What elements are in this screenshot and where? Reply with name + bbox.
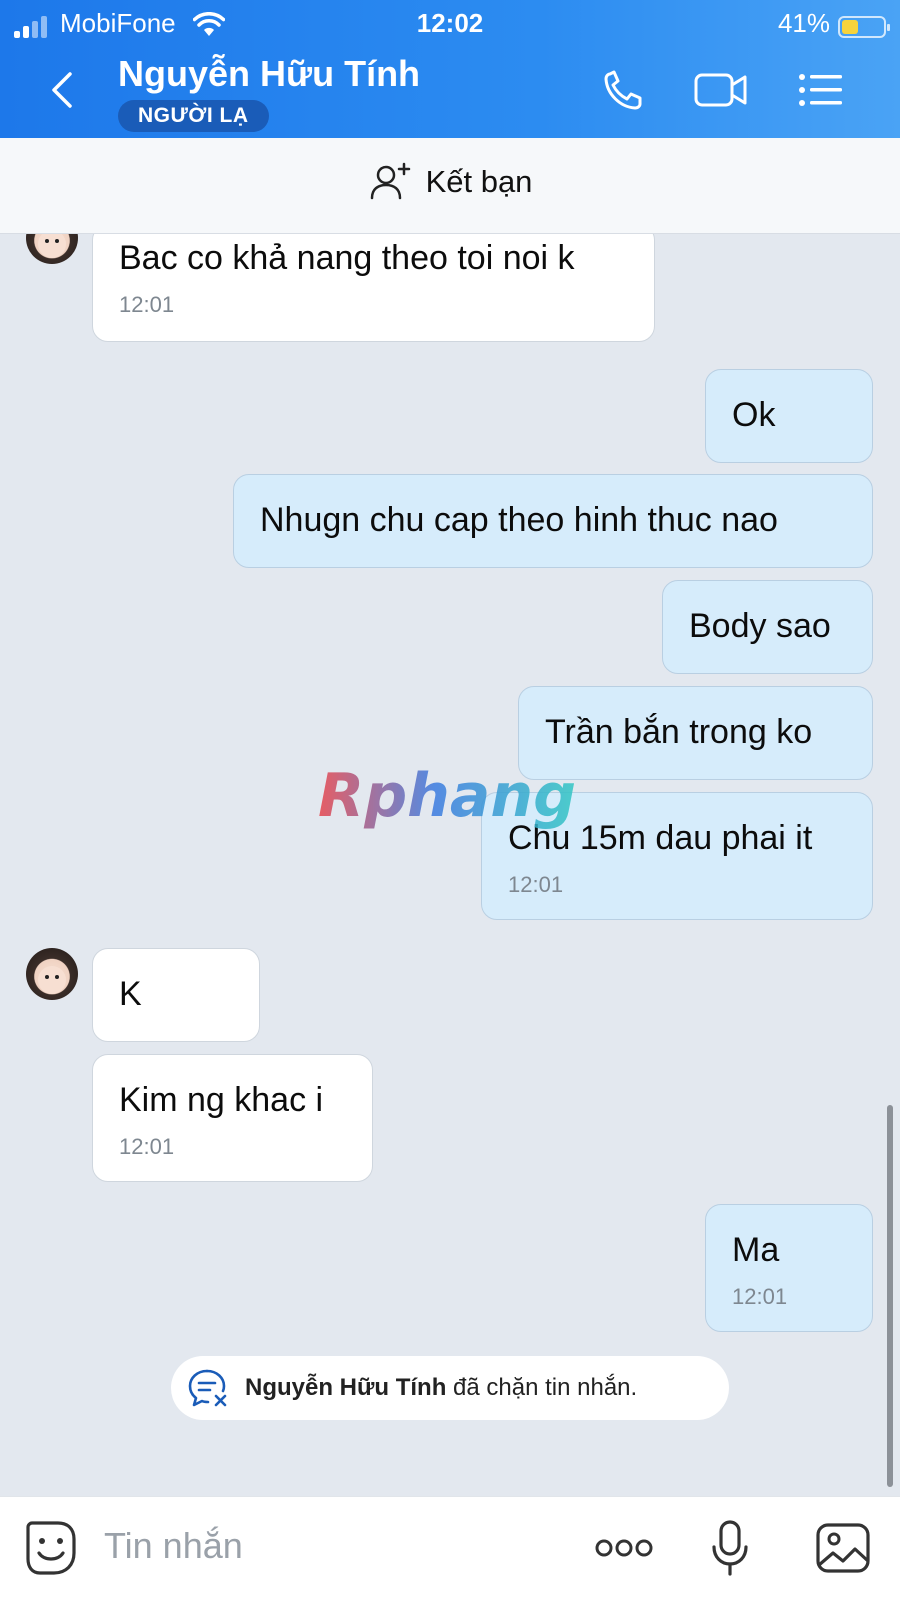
message-bubble-outgoing[interactable]: Ma 12:01: [705, 1204, 873, 1332]
message-bubble-incoming[interactable]: Bac co khả nang theo toi noi k 12:01: [92, 234, 655, 342]
message-text: Trần bắn trong ko: [545, 713, 813, 751]
add-person-icon: [370, 162, 410, 200]
contact-name[interactable]: Nguyễn Hữu Tính: [118, 53, 420, 95]
message-bubble-outgoing[interactable]: Nhugn chu cap theo hinh thuc nao: [233, 474, 873, 568]
message-input-bar: Tin nhắn: [0, 1496, 900, 1600]
message-bubble-incoming[interactable]: Kim ng khac i 12:01: [92, 1054, 373, 1182]
message-time: 12:01: [119, 1134, 175, 1159]
more-dots-icon[interactable]: [594, 1537, 654, 1559]
message-text: Body sao: [689, 607, 831, 645]
message-text: Bac co khả nang theo toi noi k: [119, 239, 575, 277]
message-text: Ok: [732, 396, 776, 434]
stranger-badge: NGƯỜI LẠ: [118, 100, 269, 132]
message-text: Ma: [732, 1231, 780, 1269]
blocked-chat-icon: [188, 1369, 227, 1407]
message-bubble-incoming[interactable]: K: [92, 948, 260, 1042]
back-chevron-icon[interactable]: [42, 66, 86, 114]
contact-avatar[interactable]: [26, 234, 78, 264]
image-icon[interactable]: [815, 1521, 873, 1575]
chat-header: MobiFone 12:02 41% Nguyễn Hữu Tính NGƯỜI…: [0, 0, 900, 138]
phone-icon[interactable]: [600, 66, 652, 114]
message-input[interactable]: Tin nhắn: [104, 1525, 243, 1567]
contact-avatar[interactable]: [26, 948, 78, 1000]
battery-icon: [838, 16, 890, 38]
message-text: Nhugn chu cap theo hinh thuc nao: [260, 501, 778, 539]
emoji-sticker-icon[interactable]: [24, 1519, 78, 1577]
video-call-icon[interactable]: [693, 66, 749, 114]
message-time: 12:01: [732, 1284, 788, 1309]
message-list[interactable]: Bac co khả nang theo toi noi k 12:01 Ok …: [0, 234, 900, 1496]
watermark-logo: Rphang: [318, 764, 576, 831]
message-text: K: [119, 975, 142, 1013]
blocked-by-name: Nguyễn Hữu Tính: [245, 1374, 447, 1401]
menu-list-icon[interactable]: [795, 66, 847, 114]
blocked-text: đã chặn tin nhắn.: [446, 1374, 638, 1401]
message-time: 12:01: [119, 292, 175, 317]
add-friend-bar[interactable]: Kết bạn: [0, 138, 900, 234]
svg-text:Rphang: Rphang: [318, 764, 576, 831]
status-bar: MobiFone 12:02 41%: [0, 6, 900, 42]
message-bubble-outgoing[interactable]: Ok: [705, 369, 873, 463]
message-bubble-outgoing[interactable]: Body sao: [662, 580, 873, 674]
scrollbar[interactable]: [887, 1105, 893, 1487]
microphone-icon[interactable]: [710, 1519, 750, 1579]
blocked-notice: Nguyễn Hữu Tính đã chặn tin nhắn.: [171, 1356, 729, 1420]
battery-percent: 41%: [777, 8, 830, 38]
clock: 12:02: [416, 8, 484, 38]
message-time: 12:01: [508, 872, 564, 897]
add-friend-label: Kết bạn: [425, 164, 533, 199]
message-text: Kim ng khac i: [119, 1081, 324, 1119]
